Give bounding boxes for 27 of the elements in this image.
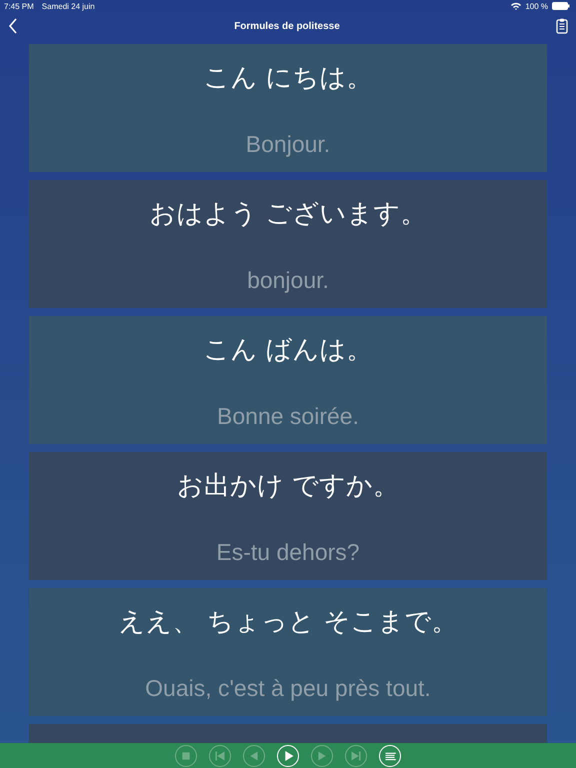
status-date: Samedi 24 juin bbox=[42, 2, 95, 10]
japanese-phrase: ええ、 ちょっと そこまで。 bbox=[118, 606, 458, 639]
play-button[interactable] bbox=[277, 744, 299, 766]
battery-percent: 100 % bbox=[525, 2, 548, 10]
phrase-card[interactable]: こん にちは。 Bonjour. bbox=[29, 44, 547, 172]
back-button[interactable] bbox=[8, 18, 18, 34]
japanese-phrase: おはよう ございます。 bbox=[149, 198, 427, 231]
phrase-card[interactable]: おはよう ございます。 bonjour. bbox=[29, 180, 547, 308]
french-translation: Bonne soirée. bbox=[217, 403, 359, 430]
clipboard-button[interactable] bbox=[556, 18, 568, 34]
status-time: 7:45 PM bbox=[4, 2, 34, 10]
battery-icon bbox=[552, 2, 570, 10]
japanese-phrase: こん ばんは。 bbox=[203, 334, 373, 367]
french-translation: Ouais, c'est à peu près tout. bbox=[145, 675, 431, 702]
back-icon bbox=[8, 18, 18, 34]
french-translation: Es-tu dehors? bbox=[216, 539, 360, 566]
french-translation: bonjour. bbox=[247, 267, 329, 294]
japanese-phrase: こん にちは。 bbox=[203, 62, 373, 95]
list-button[interactable] bbox=[379, 744, 401, 766]
phrase-card[interactable]: ええ、 ちょっと そこまで。 Ouais, c'est à peu près tout. bbox=[29, 588, 547, 716]
french-translation: Bonjour. bbox=[246, 131, 330, 158]
nav-title: Formules de politesse bbox=[233, 20, 341, 32]
phrase-card[interactable]: こん ばんは。 Bonne soirée. bbox=[29, 316, 547, 444]
clipboard-icon bbox=[556, 18, 568, 34]
phrase-card[interactable]: お出かけ ですか。 Es-tu dehors? bbox=[29, 452, 547, 580]
japanese-phrase: お出かけ ですか。 bbox=[176, 470, 400, 503]
wifi-icon bbox=[511, 2, 522, 10]
